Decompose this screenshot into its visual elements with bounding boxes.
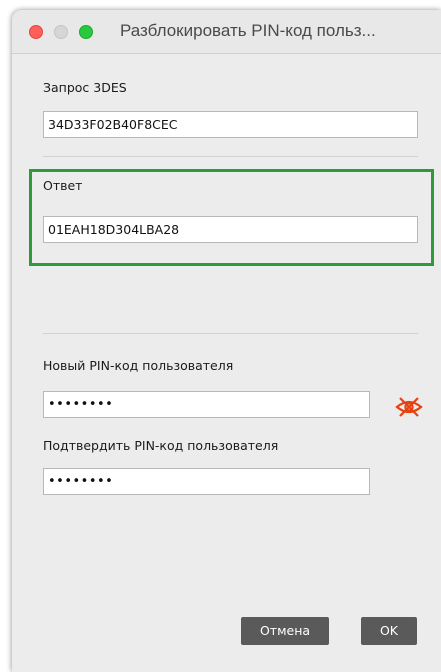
maximize-window-button[interactable] (79, 25, 93, 39)
response-field[interactable]: 01EAH18D304LBA28 (43, 216, 418, 243)
request-label: Запрос 3DES (43, 80, 127, 95)
confirm-pin-field[interactable]: •••••••• (43, 468, 370, 495)
eye-icon[interactable] (394, 396, 424, 418)
window-title: Разблокировать PIN-код польз... (120, 21, 376, 40)
divider (43, 156, 418, 157)
confirm-pin-label: Подтвердить PIN-код пользователя (43, 438, 279, 453)
response-label: Ответ (43, 178, 83, 193)
title-bar[interactable]: Разблокировать PIN-код польз... (12, 10, 441, 54)
divider (43, 333, 418, 334)
close-window-button[interactable] (29, 25, 43, 39)
cancel-button[interactable]: Отмена (241, 617, 329, 645)
ok-button[interactable]: OK (361, 617, 417, 645)
minimize-window-button[interactable] (54, 25, 68, 39)
new-pin-label: Новый PIN-код пользователя (43, 358, 234, 373)
new-pin-field[interactable]: •••••••• (43, 391, 370, 418)
request-field[interactable]: 34D33F02B40F8CEC (43, 111, 418, 138)
dialog-window: Разблокировать PIN-код польз... Запрос 3… (12, 10, 441, 672)
